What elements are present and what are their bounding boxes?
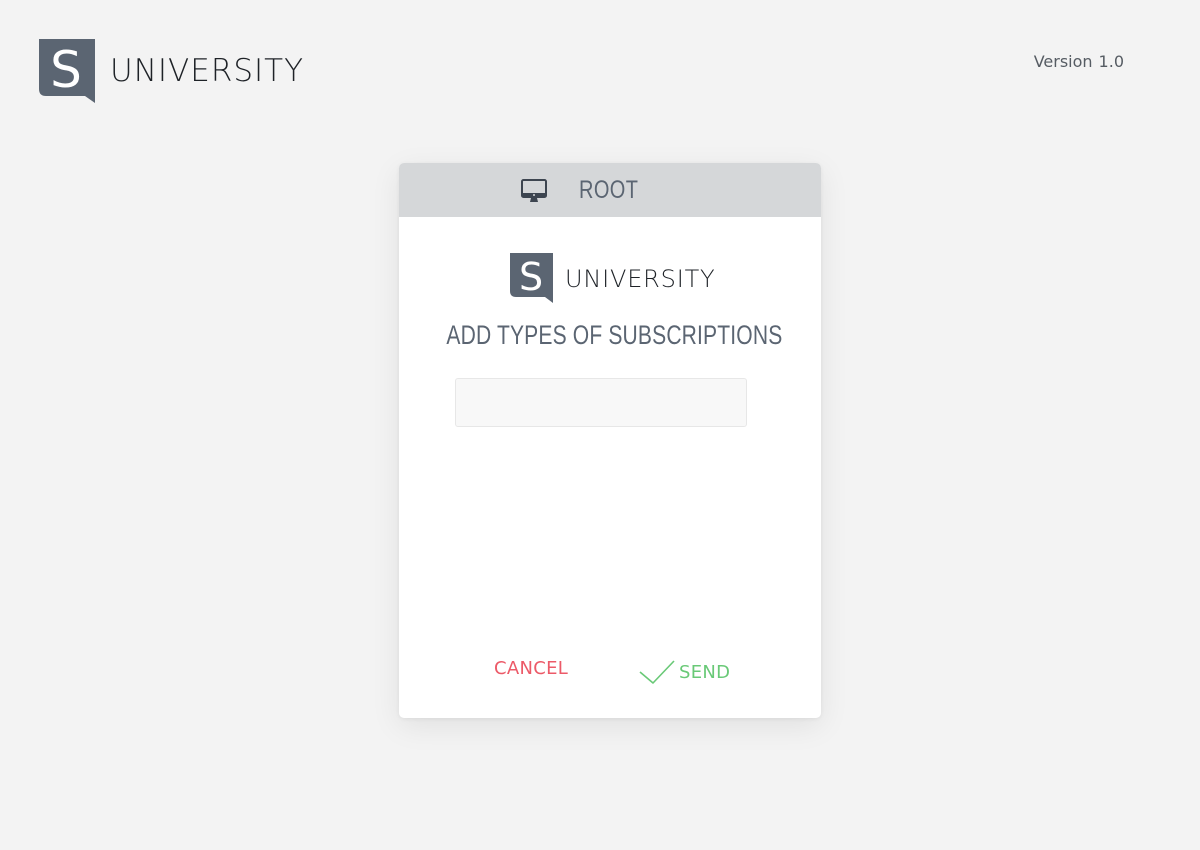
university-shield-icon: S <box>510 253 553 303</box>
checkmark-icon <box>639 660 675 684</box>
send-button-label: SEND <box>679 661 731 683</box>
svg-text:S: S <box>519 255 543 299</box>
cancel-button[interactable]: CANCEL <box>494 658 568 679</box>
university-shield-icon: S <box>39 39 95 103</box>
subscription-type-input[interactable] <box>455 378 747 427</box>
dialog-heading-text: ADD TYPES OF SUBSCRIPTIONS <box>446 320 783 350</box>
dialog-brand-logo: S UNIVERSITY <box>510 253 716 304</box>
add-subscription-dialog: ROOT S UNIVERSITY ADD TYPES OF SUBSCRIPT… <box>399 163 821 718</box>
version-label: Version <box>1033 52 1093 71</box>
monitor-icon <box>521 179 547 202</box>
send-button[interactable]: SEND <box>639 660 730 684</box>
dialog-heading: ADD TYPES OF SUBSCRIPTIONS <box>399 320 821 351</box>
brand-logo: S UNIVERSITY <box>39 39 304 104</box>
dialog-brand-name: UNIVERSITY <box>565 264 716 293</box>
brand-name: UNIVERSITY <box>110 53 305 89</box>
version-number: 1.0 <box>1098 52 1124 71</box>
svg-text:S: S <box>50 41 82 99</box>
dialog-header: ROOT <box>399 163 821 217</box>
dialog-title: ROOT <box>579 176 639 204</box>
version-info: Version 1.0 <box>1034 52 1124 71</box>
